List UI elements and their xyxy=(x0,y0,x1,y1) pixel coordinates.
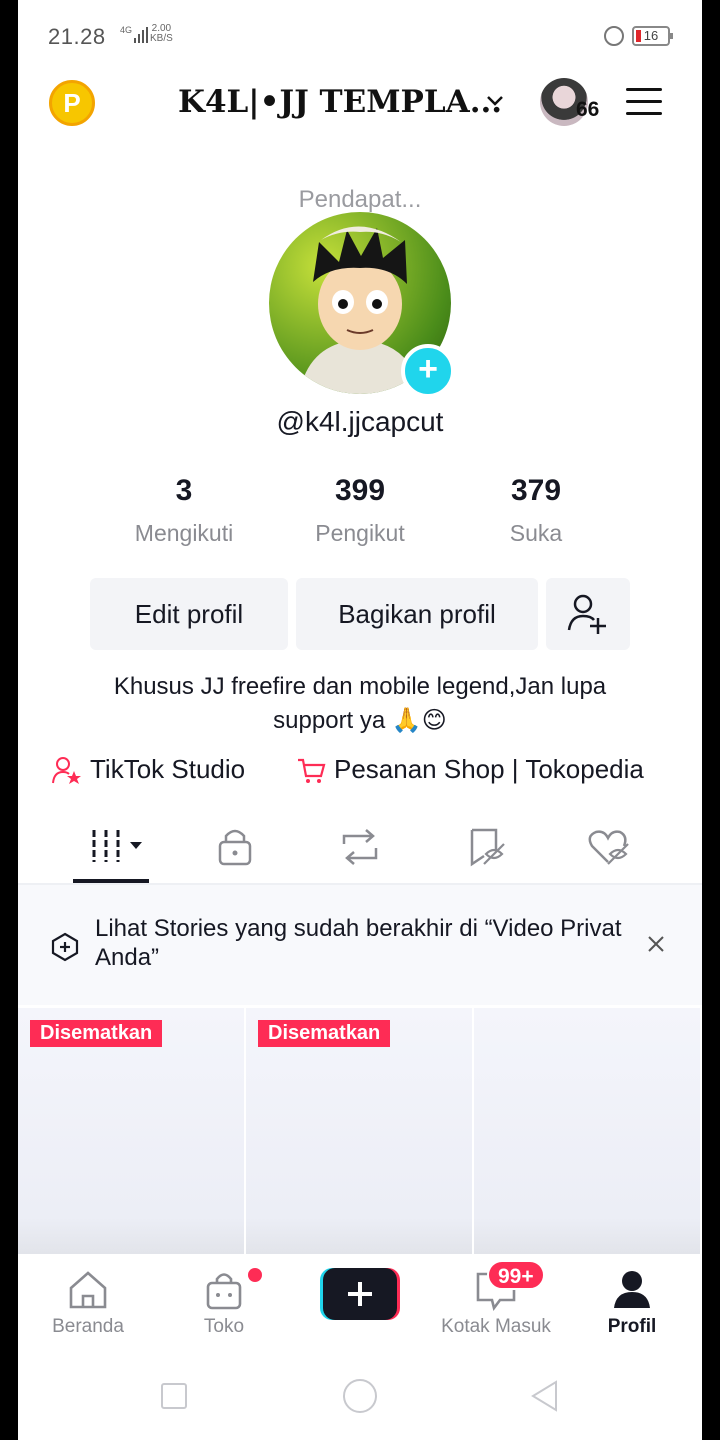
recents-icon[interactable] xyxy=(160,1382,188,1410)
chevron-down-icon[interactable] xyxy=(486,92,504,110)
system-navigation xyxy=(18,1352,702,1440)
cart-icon xyxy=(298,759,326,784)
nav-shop[interactable]: Toko xyxy=(164,1256,284,1338)
stories-banner-text: Lihat Stories yang sudah berakhir di “Vi… xyxy=(95,915,622,971)
video-grid: Disematkan Disematkan xyxy=(18,1008,702,1254)
shop-orders-link[interactable]: Pesanan Shop | Tokopedia xyxy=(296,754,644,786)
add-story-button[interactable]: + xyxy=(401,344,455,398)
add-user-icon xyxy=(567,594,606,634)
nav-home[interactable]: Beranda xyxy=(28,1256,148,1338)
battery-indicator: 16 xyxy=(632,26,673,46)
menu-icon[interactable] xyxy=(626,88,662,116)
edit-profile-button[interactable]: Edit profil xyxy=(90,578,288,650)
story-count: 66 xyxy=(576,98,600,121)
repost-icon xyxy=(342,829,378,865)
back-icon[interactable] xyxy=(530,1380,560,1412)
coin-icon[interactable]: P xyxy=(49,80,95,126)
video-thumbnail[interactable]: Disematkan xyxy=(246,1008,472,1254)
pinned-badge: Disematkan xyxy=(258,1020,391,1047)
videos-grid-icon xyxy=(92,830,142,862)
add-friend-button[interactable] xyxy=(546,578,630,650)
notification-dot xyxy=(248,1268,262,1282)
tab-favorites[interactable] xyxy=(446,822,526,872)
liked-icon xyxy=(588,830,629,865)
home-circle-icon[interactable] xyxy=(342,1378,378,1414)
tab-videos[interactable] xyxy=(74,822,154,872)
lock-icon xyxy=(218,829,252,866)
stat-likes[interactable]: 379 Suka xyxy=(456,474,616,547)
stat-following[interactable]: 3 Mengikuti xyxy=(104,474,264,547)
stories-icon xyxy=(51,932,79,962)
rotation-lock-icon xyxy=(604,26,624,46)
shopping-bag-icon xyxy=(206,1273,242,1310)
profile-bio: Khusus JJ freefire dan mobile legend,Jan… xyxy=(113,673,607,734)
pending-label[interactable]: Pendapat... xyxy=(18,186,702,214)
creator-star-icon xyxy=(52,757,81,785)
video-thumbnail[interactable] xyxy=(474,1008,700,1254)
account-switcher-title[interactable]: K4L|•JJ TEMPLA... xyxy=(178,84,502,120)
tab-private[interactable] xyxy=(196,822,276,872)
phone-screen: 21.28 4G 2.00 KB/S 16 P K4L|•JJ TEMPLA..… xyxy=(18,0,702,1440)
tiktok-studio-link[interactable]: TikTok Studio xyxy=(52,754,245,786)
stat-followers[interactable]: 399 Pengikut xyxy=(280,474,440,547)
close-icon[interactable] xyxy=(646,934,666,954)
home-icon xyxy=(69,1271,107,1309)
tab-reposts[interactable] xyxy=(320,822,400,872)
tab-liked[interactable] xyxy=(568,822,648,872)
inbox-badge: 99+ xyxy=(487,1260,545,1290)
status-time: 21.28 xyxy=(48,24,106,49)
status-bar: 21.28 4G 2.00 KB/S 16 xyxy=(18,0,702,72)
signal-icon xyxy=(134,27,148,43)
username-handle: @k4l.jjcapcut xyxy=(276,406,444,437)
network-speed: 2.00 KB/S xyxy=(150,23,173,44)
nav-profile[interactable]: Profil xyxy=(572,1256,692,1338)
favorites-icon xyxy=(470,828,505,867)
video-thumbnail[interactable]: Disematkan xyxy=(18,1008,244,1254)
profile-icon xyxy=(614,1271,650,1308)
bottom-navigation: Beranda Toko Kotak Masuk 99+ Profil xyxy=(18,1256,702,1352)
pinned-badge: Disematkan xyxy=(30,1020,163,1047)
network-label: 4G xyxy=(120,25,133,35)
create-button[interactable] xyxy=(320,1268,400,1320)
share-profile-button[interactable]: Bagikan profil xyxy=(296,578,538,650)
